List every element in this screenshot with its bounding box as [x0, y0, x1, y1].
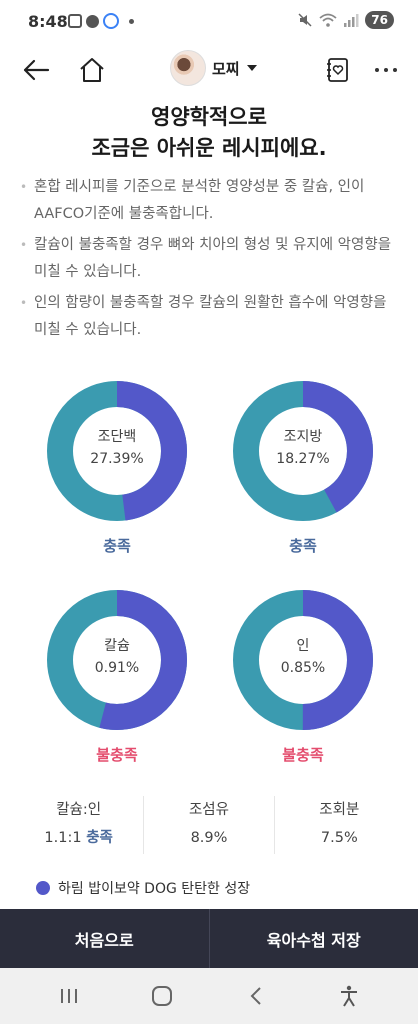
fiber-label: 조섬유 — [188, 802, 229, 818]
avatar — [170, 50, 206, 86]
chevron-left-icon — [250, 987, 261, 1005]
note-phosphorus: 인의 함량이 불충족할 경우 칼슘의 원활한 흡수에 악영향을 미칠 수 있습니… — [20, 290, 394, 344]
wifi-icon — [319, 13, 337, 27]
recent-apps-icon — [60, 989, 77, 1003]
bottom-action-bar: 처음으로 육아수첩 저장 — [0, 909, 418, 968]
legend: 하림 밥이보약 DOG 탄탄한 성장 — [36, 878, 250, 898]
home-icon — [80, 58, 104, 82]
arrow-left-icon — [23, 59, 50, 81]
diary-heart-icon — [327, 58, 348, 82]
fiber-value: 8.9% — [190, 830, 228, 846]
donut-fat: 조지방 18.27% — [232, 380, 374, 522]
ash-label: 조회분 — [319, 802, 360, 818]
calcium-status: 불충족 — [96, 746, 138, 764]
donut-calcium-label: 칼슘 — [104, 638, 130, 654]
signal-icon — [344, 14, 359, 27]
legend-label: 하림 밥이보약 DOG 탄탄한 성장 — [58, 881, 251, 897]
stat-fiber: 조섬유 8.9% — [143, 796, 273, 854]
screenshot-icon — [68, 14, 82, 28]
analysis-notes: 혼합 레시피를 기준으로 분석한 영양성분 중 칼슘, 인이 AAFCO기준에 … — [20, 174, 394, 348]
ratio-value: 1.1:1 — [44, 830, 82, 846]
profile-name: 모찌 — [212, 59, 240, 78]
note-calcium-phosphorus: 혼합 레시피를 기준으로 분석한 영양성분 중 칼슘, 인이 AAFCO기준에 … — [20, 174, 394, 228]
system-icons: 76 — [297, 11, 394, 29]
go-first-button[interactable]: 처음으로 — [0, 909, 209, 968]
donut-phosphorus-value: 0.85% — [280, 660, 326, 676]
stat-ash: 조회분 7.5% — [273, 796, 404, 854]
donut-protein: 조단백 27.39% — [46, 380, 188, 522]
more-button[interactable] — [368, 52, 404, 88]
profile-selector[interactable]: 모찌 — [170, 50, 258, 86]
save-diary-button[interactable]: 육아수첩 저장 — [208, 909, 418, 968]
donut-fat-label: 조지방 — [283, 429, 323, 445]
note-calcium: 칼슘이 불충족할 경우 뼈와 치아의 형성 및 유지에 악영향을 미칠 수 있습… — [20, 232, 394, 286]
back-button[interactable] — [18, 52, 54, 88]
donut-protein-value: 27.39% — [90, 451, 144, 467]
diary-button[interactable] — [320, 52, 356, 88]
accessibility-button[interactable] — [329, 976, 369, 1016]
donut-phosphorus: 인 0.85% — [232, 589, 374, 731]
stat-ca-p-ratio: 칼슘:인 1.1:1 충족 — [14, 796, 143, 854]
more-notifications-icon — [129, 18, 134, 24]
app-header: 모찌 — [0, 44, 418, 96]
status-time: 8:48 — [28, 12, 68, 31]
ratio-status: 충족 — [86, 830, 113, 846]
mute-icon — [298, 13, 312, 27]
donut-calcium: 칼슘 0.91% — [46, 589, 188, 731]
home-button[interactable] — [74, 52, 110, 88]
donut-protein-label: 조단백 — [97, 429, 137, 445]
extra-nutrients: 칼슘:인 1.1:1 충족 조섬유 8.9% 조회분 7.5% — [14, 796, 404, 854]
ash-value: 7.5% — [320, 830, 358, 846]
donut-fat-value: 18.27% — [276, 451, 330, 467]
protein-status: 충족 — [103, 537, 131, 555]
title-line-2: 조금은 아쉬운 레시피에요. — [91, 136, 327, 160]
status-bar: 8:48 76 — [0, 0, 418, 44]
notification-icons — [68, 13, 134, 29]
accessibility-icon — [341, 985, 358, 1007]
ratio-label: 칼슘:인 — [56, 802, 102, 818]
chat-icon — [86, 14, 99, 28]
battery-badge: 76 — [365, 11, 394, 29]
page-title: 영양학적으로 조금은 아쉬운 레시피에요. — [0, 102, 418, 164]
home-nav-button[interactable] — [142, 976, 182, 1016]
back-nav-button[interactable] — [236, 976, 276, 1016]
app-notification-icon — [103, 13, 119, 29]
system-nav-bar — [0, 968, 418, 1024]
caret-down-icon — [246, 65, 257, 71]
legend-dot — [36, 881, 50, 895]
home-square-icon — [152, 986, 173, 1006]
more-dots-icon — [375, 68, 397, 72]
donut-phosphorus-label: 인 — [296, 638, 310, 654]
phosphorus-status: 불충족 — [282, 746, 324, 764]
fat-status: 충족 — [289, 537, 317, 555]
title-line-1: 영양학적으로 — [151, 105, 267, 129]
donut-calcium-value: 0.91% — [94, 660, 140, 676]
recent-apps-button[interactable] — [49, 976, 89, 1016]
